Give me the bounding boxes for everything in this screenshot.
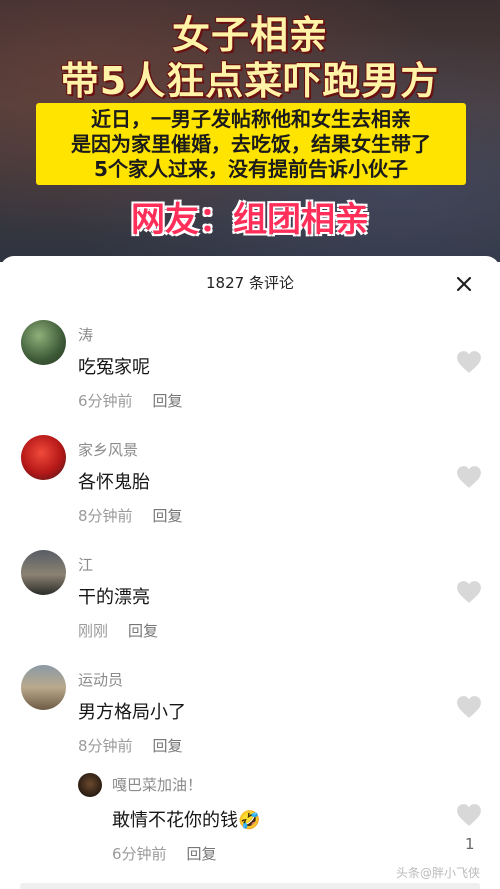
reply-meta: 6分钟前 回复: [112, 843, 217, 864]
comment-username[interactable]: 江: [78, 554, 93, 575]
avatar[interactable]: [78, 773, 102, 797]
reply-button[interactable]: 回复: [128, 622, 158, 640]
comment-time: 6分钟前: [78, 392, 133, 410]
comment-text: 男方格局小了: [78, 702, 186, 723]
reply-button[interactable]: 回复: [153, 392, 183, 410]
reply-button[interactable]: 回复: [153, 507, 183, 525]
comment-username[interactable]: 家乡风景: [78, 439, 138, 460]
comment-meta: 8分钟前 回复: [78, 735, 183, 756]
summary-line: 近日，一男子发帖称他和女生去相亲: [91, 106, 411, 131]
comment-count-title: 1827 条评论: [206, 274, 294, 292]
avatar[interactable]: [21, 550, 66, 595]
reply-button[interactable]: 回复: [187, 845, 217, 863]
avatar[interactable]: [21, 320, 66, 365]
comment-time: 刚刚: [78, 622, 109, 640]
heart-icon[interactable]: [456, 803, 482, 827]
bottom-bar: [20, 883, 480, 889]
comment-meta: 刚刚 回复: [78, 620, 158, 641]
netizen-caption: 网友：组团相亲: [131, 200, 369, 240]
video-banner: 女子相亲 带5人狂点菜吓跑男方 近日，一男子发帖称他和女生去相亲 是因为家里催婚…: [0, 0, 500, 262]
heart-icon[interactable]: [456, 465, 482, 489]
comment-username[interactable]: 涛: [78, 324, 93, 345]
comment-username[interactable]: 运动员: [78, 669, 123, 690]
like-count: 1: [465, 835, 475, 853]
watermark: 头条@胖小飞侠: [395, 866, 480, 880]
reply-text-row: 敢情不花你的钱🤣: [112, 806, 260, 832]
comment-meta: 6分钟前 回复: [78, 390, 183, 411]
summary-box: 近日，一男子发帖称他和女生去相亲 是因为家里催婚，去吃饭，结果女生带了 5个家人…: [36, 103, 466, 185]
avatar[interactable]: [21, 665, 66, 710]
comment-text: 吃冤家呢: [78, 357, 150, 378]
comment-time: 8分钟前: [78, 507, 133, 525]
summary-line: 5个家人过来，没有提前告诉小伙子: [94, 156, 408, 181]
close-button[interactable]: [454, 274, 474, 294]
comment-meta: 8分钟前 回复: [78, 505, 183, 526]
comment-time: 8分钟前: [78, 737, 133, 755]
close-icon: [456, 276, 472, 292]
reply-text: 敢情不花你的钱: [112, 810, 238, 831]
heart-icon[interactable]: [456, 580, 482, 604]
comments-panel: 1827 条评论 涛 吃冤家呢 6分钟前 回复 家乡风景 各怀鬼胎 8分钟前 回复 …: [0, 256, 500, 889]
reply-button[interactable]: 回复: [153, 737, 183, 755]
comment-text: 各怀鬼胎: [78, 472, 150, 493]
rofl-emoji-icon: 🤣: [238, 810, 261, 831]
avatar[interactable]: [21, 435, 66, 480]
reply-time: 6分钟前: [112, 845, 167, 863]
headline-line2: 带5人狂点菜吓跑男方: [60, 59, 440, 103]
comment-text: 干的漂亮: [78, 587, 150, 608]
heart-icon[interactable]: [456, 695, 482, 719]
heart-icon[interactable]: [456, 350, 482, 374]
reply-username[interactable]: 嘎巴菜加油！: [112, 774, 202, 795]
summary-line: 是因为家里催婚，去吃饭，结果女生带了: [71, 131, 431, 156]
